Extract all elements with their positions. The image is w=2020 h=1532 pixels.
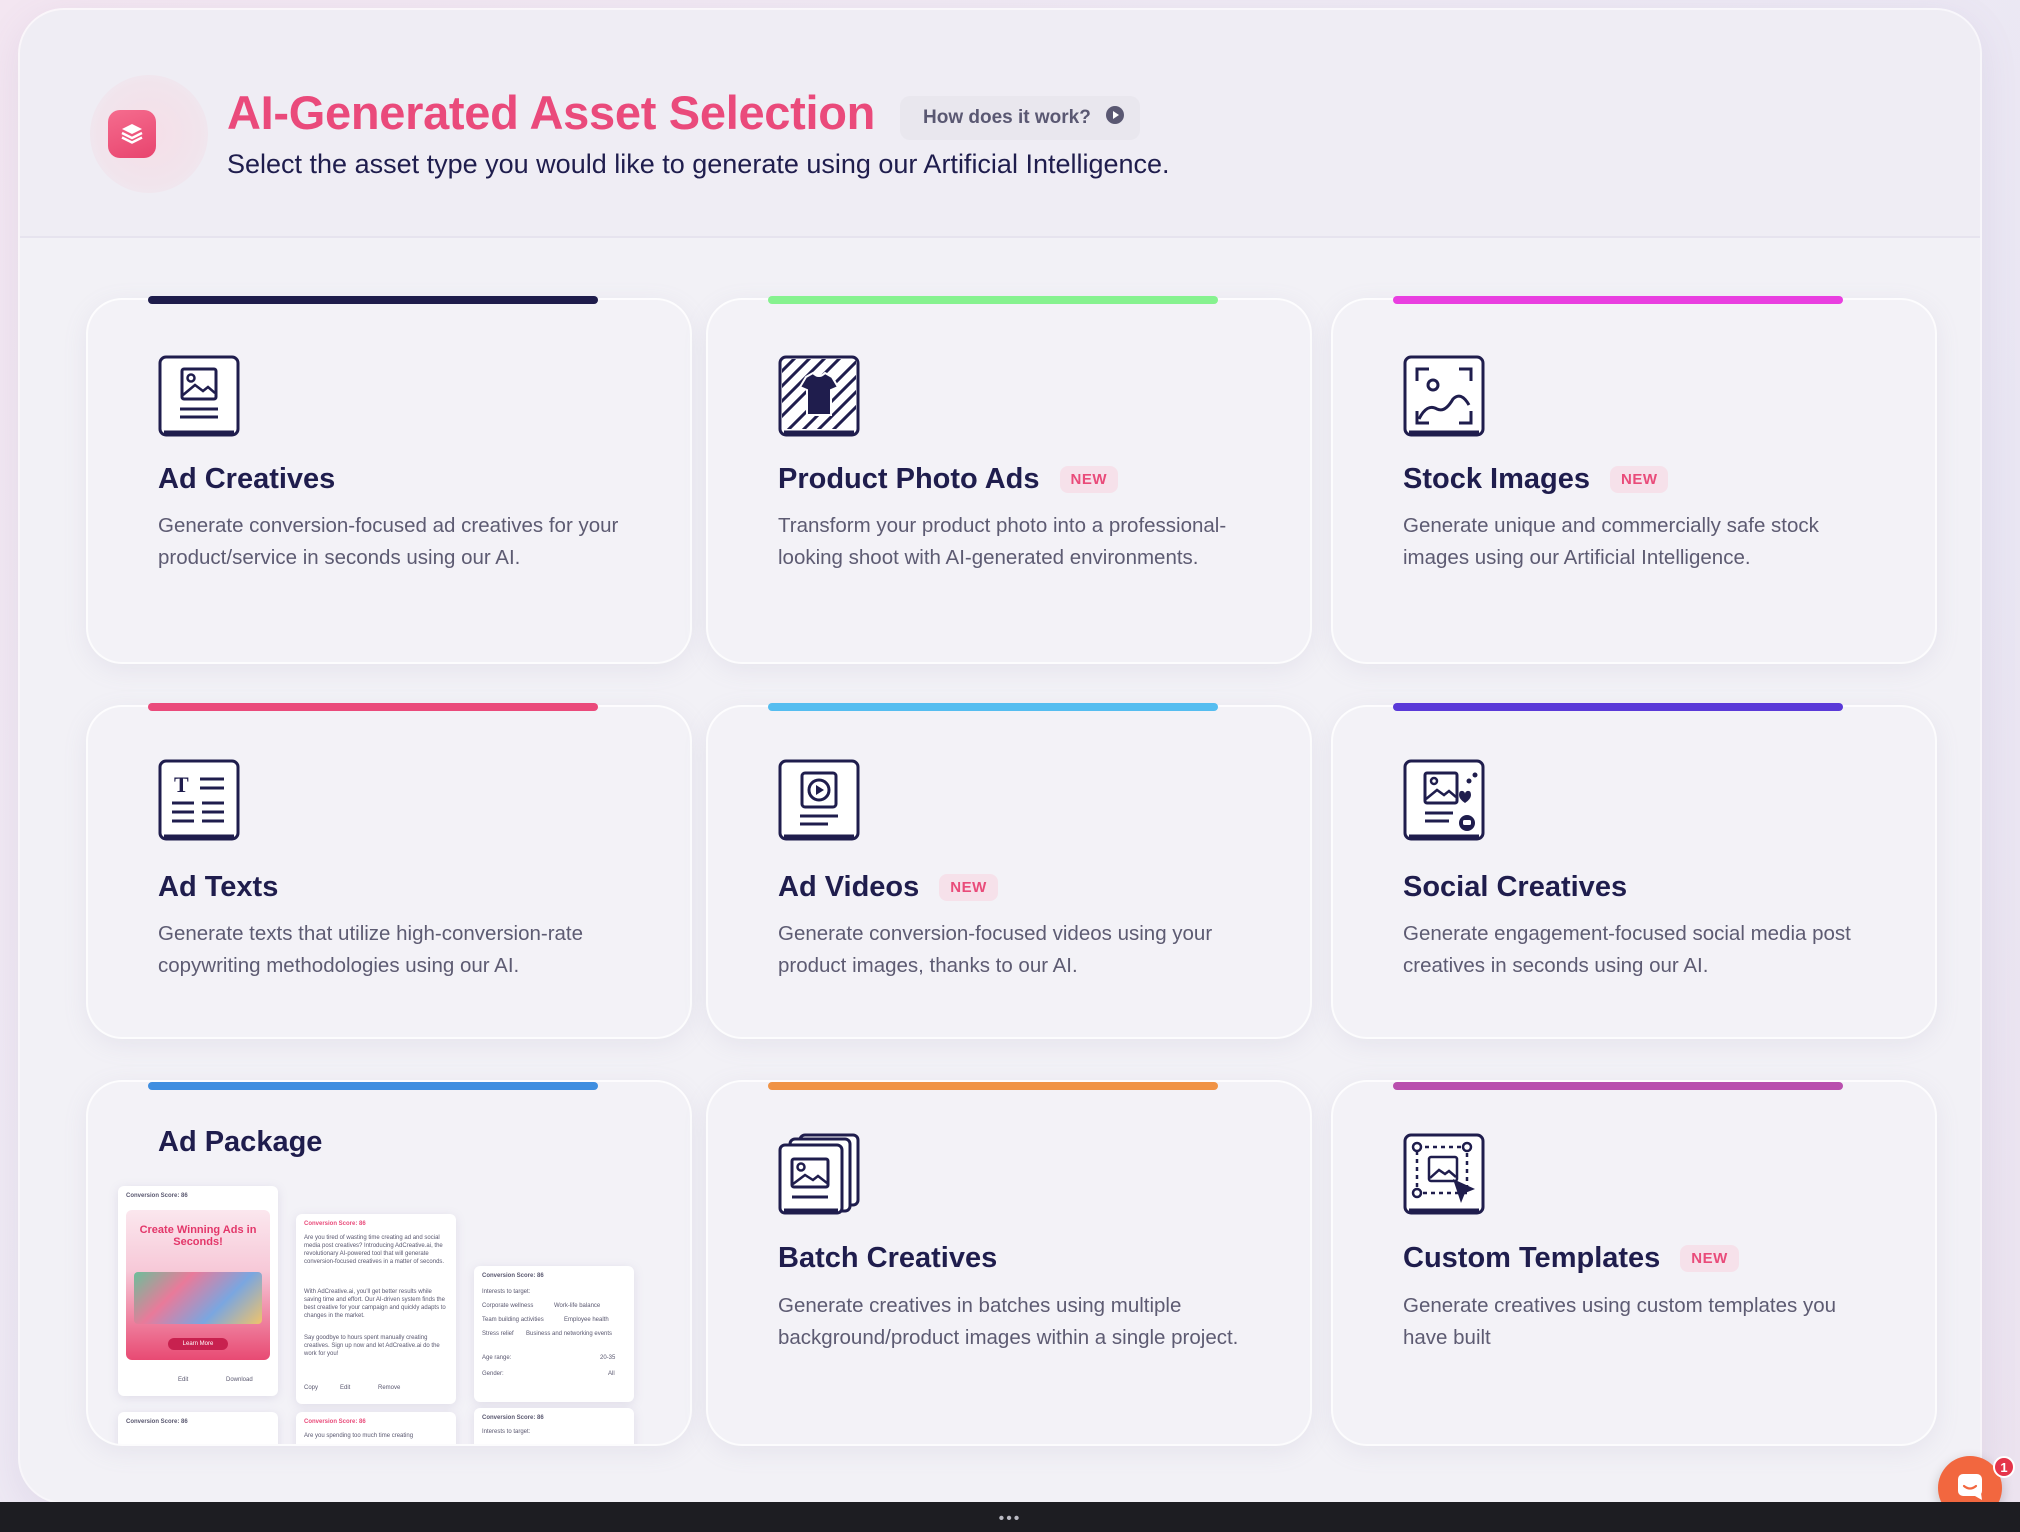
card-accent-bar (1393, 703, 1843, 711)
score-label: Conversion Score: 86 (126, 1419, 188, 1425)
card-accent-bar (768, 1082, 1218, 1090)
ad-body-text: Are you spending too much time creating (304, 1433, 414, 1439)
interest-tag: Stress relief (482, 1331, 514, 1337)
card-accent-bar (148, 703, 598, 711)
card-title: Stock Images NEW (1403, 463, 1669, 496)
svg-text:T: T (174, 772, 189, 797)
chat-unread-badge: 1 (1993, 1456, 2015, 1478)
score-label: Conversion Score: 86 (482, 1273, 544, 1279)
card-ad-package[interactable]: Ad Package Conversion Score: 86 Create W… (88, 1082, 690, 1444)
more-dots-icon[interactable]: ••• (999, 1510, 1022, 1528)
ad-headline: Create Winning Ads in Seconds! (139, 1224, 257, 1248)
interest-tag: Team building activities (482, 1317, 544, 1323)
new-badge: NEW (1609, 466, 1669, 493)
card-title: Product Photo Ads NEW (778, 463, 1119, 496)
card-accent-bar (768, 703, 1218, 711)
score-label: Conversion Score: 86 (304, 1221, 366, 1227)
how-it-works-button[interactable]: How does it work? (900, 96, 1140, 140)
batch-images-icon (778, 1133, 860, 1215)
stock-image-icon (1403, 355, 1485, 437)
age-label: Age range: (482, 1355, 512, 1361)
score-label: Conversion Score: 86 (126, 1193, 188, 1199)
age-value: 20-35 (600, 1355, 616, 1361)
preview-ad-text: Conversion Score: 86 Are you tired of wa… (296, 1214, 456, 1404)
copy-label: Copy (304, 1385, 319, 1391)
bottom-taskbar: ••• (0, 1502, 2020, 1532)
card-title: Custom Templates NEW (1403, 1242, 1739, 1275)
card-ad-videos[interactable]: Ad Videos NEW Generate conversion-focused… (708, 703, 1310, 1037)
play-circle-icon (1105, 105, 1125, 131)
gender-value: All (608, 1371, 615, 1377)
video-document-icon (778, 759, 860, 841)
how-it-works-label: How does it work? (923, 107, 1091, 128)
ad-cta: Learn More (168, 1338, 228, 1350)
interests-label: Interests to target: (482, 1429, 531, 1435)
page-title: AI-Generated Asset Selection (227, 86, 876, 139)
interests-label: Interests to target: (482, 1289, 531, 1295)
ad-image: Create Winning Ads in Seconds! Learn Mor… (126, 1210, 270, 1360)
interest-tag: Corporate wellness (482, 1303, 534, 1309)
custom-template-icon (1403, 1133, 1485, 1215)
card-description: Generate texts that utilize high-convers… (158, 922, 584, 977)
ad-body-text-3: Say goodbye to hours spent manually crea… (304, 1335, 440, 1357)
page-subtitle: Select the asset type you would like to … (227, 149, 1170, 179)
card-ad-texts[interactable]: T Ad Texts Generate texts that utilize h… (88, 703, 690, 1037)
card-social-creatives[interactable]: Social Creatives Generate engagement-foc… (1333, 703, 1935, 1037)
card-description: Generate engagement-focused social media… (1403, 922, 1851, 977)
card-accent-bar (148, 296, 598, 304)
card-batch-creatives[interactable]: Batch Creatives Generate creatives in ba… (708, 1082, 1310, 1444)
preview-ad-creative-2: Conversion Score: 86 (118, 1412, 278, 1444)
tshirt-photo-icon (778, 355, 860, 437)
score-label: Conversion Score: 86 (482, 1415, 544, 1421)
card-description: Generate creatives using custom template… (1403, 1294, 1836, 1349)
card-accent-bar (1393, 296, 1843, 304)
gender-label: Gender: (482, 1371, 504, 1377)
stack-logo-icon (108, 110, 156, 158)
score-label: Conversion Score: 86 (304, 1419, 366, 1425)
card-title: Batch Creatives (778, 1242, 998, 1274)
edit-label: Edit (340, 1385, 351, 1391)
card-title: Ad Package (158, 1126, 323, 1158)
preview-ad-text-2: Conversion Score: 86 Are you spending to… (296, 1412, 456, 1444)
chat-icon (1955, 1471, 1985, 1506)
new-badge: NEW (1680, 1245, 1739, 1272)
card-stock-images[interactable]: Stock Images NEW Generate unique and comm… (1333, 296, 1935, 662)
card-custom-templates[interactable]: Custom Templates NEW Generate creatives u… (1333, 1082, 1935, 1444)
card-description: Transform your product photo into a prof… (778, 514, 1227, 569)
card-description: Generate unique and commercially safe st… (1403, 514, 1819, 569)
interest-tag: Employee health (564, 1317, 609, 1323)
card-accent-bar (768, 296, 1218, 304)
ad-photo (134, 1272, 262, 1324)
new-badge: NEW (1059, 466, 1119, 493)
card-description: Generate conversion-focused ad creatives… (158, 514, 619, 569)
card-accent-bar (1393, 1082, 1843, 1090)
card-description: Generate creatives in batches using mult… (778, 1294, 1239, 1349)
page-header: AI-Generated Asset Selection How does it… (20, 10, 1980, 238)
card-title: Social Creatives (1403, 871, 1628, 903)
card-ad-creatives[interactable]: Ad Creatives Generate conversion-focused… (88, 296, 690, 662)
social-post-icon (1403, 759, 1485, 841)
card-title: Ad Creatives (158, 463, 336, 495)
text-document-icon: T (158, 759, 240, 841)
interest-tag: Business and networking events (526, 1331, 613, 1337)
remove-label: Remove (378, 1385, 401, 1391)
preview-targeting: Conversion Score: 86 Interests to target… (474, 1266, 634, 1402)
interest-tag: Work-life balance (554, 1303, 601, 1309)
card-accent-bar (148, 1082, 598, 1090)
edit-label: Edit (178, 1377, 189, 1383)
image-document-icon (158, 355, 240, 437)
download-label: Download (226, 1377, 253, 1383)
card-description: Generate conversion-focused videos using… (778, 922, 1213, 977)
card-title: Ad Texts (158, 871, 279, 903)
preview-targeting-2: Conversion Score: 86 Interests to target… (474, 1408, 634, 1444)
ad-body-text-2: With AdCreative.ai, you'll get better re… (304, 1289, 446, 1319)
card-title: Ad Videos NEW (778, 871, 998, 904)
card-product-photo-ads[interactable]: Product Photo Ads NEW Transform your prod… (708, 296, 1310, 662)
ad-body-text: Are you tired of wasting time creating a… (304, 1235, 445, 1265)
preview-ad-creative: Conversion Score: 86 Create Winning Ads … (118, 1186, 278, 1396)
new-badge: NEW (939, 874, 998, 901)
